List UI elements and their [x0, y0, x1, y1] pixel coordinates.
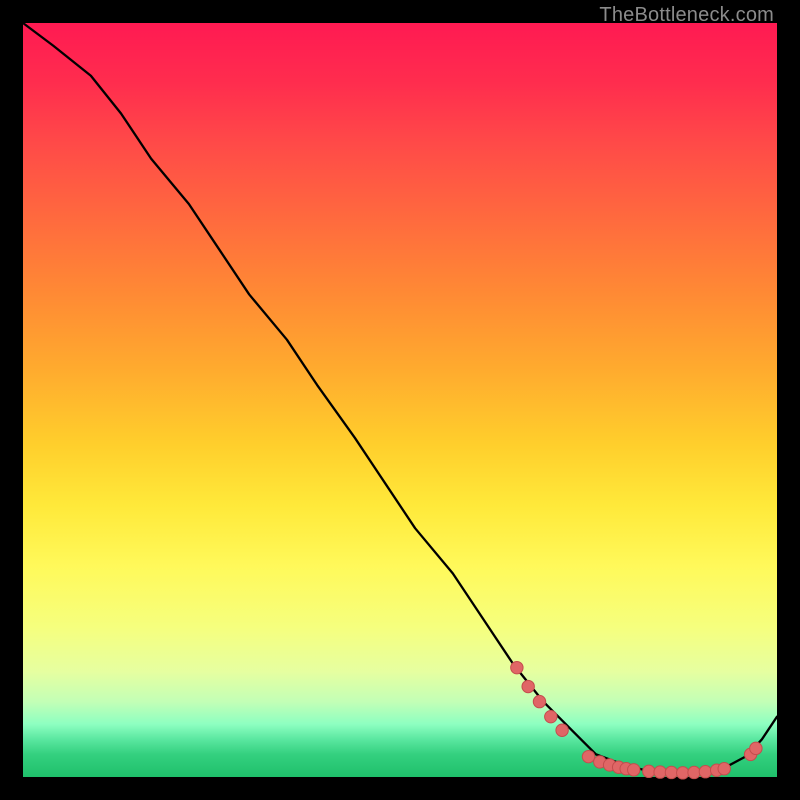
- data-point: [750, 742, 762, 754]
- data-point: [665, 766, 677, 778]
- data-point: [688, 766, 700, 778]
- curve-line: [23, 23, 777, 773]
- data-point: [654, 766, 666, 778]
- chart-svg: [23, 23, 777, 777]
- data-point: [556, 724, 568, 736]
- chart-stage: TheBottleneck.com: [0, 0, 800, 800]
- data-point: [582, 750, 594, 762]
- data-point: [511, 661, 523, 673]
- data-point: [628, 764, 640, 776]
- data-point: [699, 766, 711, 778]
- data-point: [677, 767, 689, 779]
- plot-area: [23, 23, 777, 777]
- data-point: [533, 695, 545, 707]
- data-point: [545, 710, 557, 722]
- data-point: [718, 763, 730, 775]
- data-point: [643, 765, 655, 777]
- data-points: [511, 661, 762, 779]
- data-point: [522, 680, 534, 692]
